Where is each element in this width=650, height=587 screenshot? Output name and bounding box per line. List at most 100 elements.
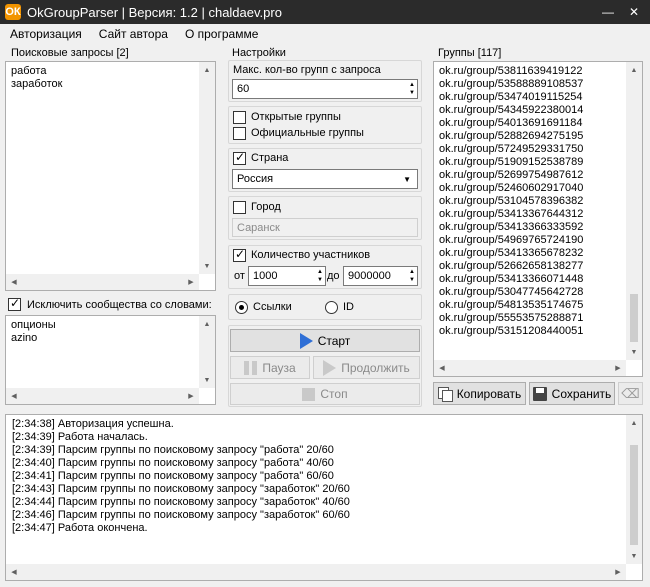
stop-button[interactable]: Стоп — [230, 383, 420, 405]
max-groups-label: Макс. кол-во групп с запроса — [233, 64, 381, 76]
menu-item-authorization[interactable]: Авторизация — [3, 27, 89, 41]
scrollbar-thumb[interactable] — [630, 294, 638, 342]
members-to-stepper[interactable]: 9000000 ▲ ▼ — [343, 266, 418, 286]
scrollbar-thumb[interactable] — [630, 445, 638, 545]
max-groups-stepper[interactable]: 60 ▲ ▼ — [232, 79, 418, 99]
groups-vertical-scrollbar[interactable]: ▲ ▼ — [626, 62, 642, 360]
save-label: Сохранить — [551, 386, 612, 401]
list-item: заработок — [11, 78, 63, 90]
stop-label: Стоп — [320, 387, 348, 401]
start-label: Старт — [317, 333, 351, 348]
groups-horizontal-scrollbar[interactable]: ◀ ▶ — [434, 360, 626, 376]
copy-icon — [437, 386, 453, 402]
city-placeholder: Саранск — [237, 221, 280, 234]
list-item: ok.ru/group/57249529331750 — [439, 143, 584, 155]
list-item: ok.ru/group/53413366071448 — [439, 273, 584, 285]
scroll-up-icon[interactable]: ▲ — [199, 62, 215, 78]
members-from-value: 1000 — [253, 270, 278, 282]
settings-label: Настройки — [232, 47, 286, 59]
app-icon: ОК — [5, 4, 21, 20]
exclude-checkbox[interactable] — [8, 296, 21, 311]
scroll-up-icon[interactable]: ▲ — [626, 62, 642, 78]
log-line: [2:34:46] Парсим группы по поисковому за… — [12, 509, 350, 521]
city-input[interactable]: Саранск — [232, 218, 418, 237]
queries-textarea[interactable]: работа заработок ▲ ▼ ◀ ▶ — [5, 61, 216, 291]
scroll-right-icon[interactable]: ▶ — [183, 388, 199, 404]
list-item: ok.ru/group/53474019115254 — [439, 91, 583, 103]
scroll-up-icon[interactable]: ▲ — [626, 415, 642, 431]
list-item: ok.ru/group/54813535174675 — [439, 299, 584, 311]
pause-button[interactable]: Пауза — [230, 356, 310, 379]
scroll-left-icon[interactable]: ◀ — [434, 360, 450, 376]
log-line: [2:34:44] Парсим группы по поисковому за… — [12, 496, 350, 508]
scroll-down-icon[interactable]: ▼ — [199, 372, 215, 388]
open-groups-checkbox[interactable] — [233, 111, 246, 124]
id-radio[interactable] — [325, 301, 338, 314]
exclude-horizontal-scrollbar[interactable]: ◀ ▶ — [6, 388, 199, 404]
continue-button[interactable]: Продолжить — [313, 356, 420, 379]
exclude-vertical-scrollbar[interactable]: ▲ ▼ — [199, 316, 215, 388]
links-label: Ссылки — [253, 301, 292, 313]
exclude-textarea[interactable]: опционы azino ▲ ▼ ◀ ▶ — [5, 315, 216, 405]
log-line: [2:34:40] Парсим группы по поисковому за… — [12, 457, 334, 469]
scroll-down-icon[interactable]: ▼ — [626, 548, 642, 564]
list-item: ok.ru/group/52662658138277 — [439, 260, 584, 272]
country-panel: Страна Россия ▼ — [228, 148, 422, 192]
scroll-left-icon[interactable]: ◀ — [6, 388, 22, 404]
exclude-label: Исключить сообщества со словами: — [27, 299, 212, 311]
log-horizontal-scrollbar[interactable]: ◀ ▶ — [6, 564, 626, 580]
scroll-right-icon[interactable]: ▶ — [610, 360, 626, 376]
copy-button[interactable]: Копировать — [433, 382, 526, 405]
country-select[interactable]: Россия ▼ — [232, 169, 418, 189]
log-vertical-scrollbar[interactable]: ▲ ▼ — [626, 415, 642, 564]
max-groups-panel: Макс. кол-во групп с запроса 60 ▲ ▼ — [228, 60, 422, 102]
play-icon — [323, 359, 337, 376]
start-button[interactable]: Старт — [230, 329, 420, 352]
country-checkbox[interactable] — [233, 150, 246, 165]
links-radio[interactable] — [235, 301, 248, 314]
menu-item-author-site[interactable]: Сайт автора — [92, 27, 175, 41]
members-checkbox[interactable] — [233, 247, 246, 262]
id-label: ID — [343, 301, 354, 313]
scroll-down-icon[interactable]: ▼ — [199, 258, 215, 274]
clear-button[interactable]: ⌫ — [618, 382, 643, 405]
continue-label: Продолжить — [341, 360, 410, 375]
queries-label: Поисковые запросы [2] — [11, 47, 129, 59]
list-item: ok.ru/group/53104578396382 — [439, 195, 584, 207]
queries-vertical-scrollbar[interactable]: ▲ ▼ — [199, 62, 215, 274]
scroll-left-icon[interactable]: ◀ — [6, 564, 22, 580]
official-groups-checkbox[interactable] — [233, 127, 246, 140]
close-button[interactable]: ✕ — [618, 0, 650, 24]
log-line: [2:34:43] Парсим группы по поисковому за… — [12, 483, 350, 495]
list-item: ok.ru/group/52699754987612 — [439, 169, 584, 181]
list-item: ok.ru/group/53413366333592 — [439, 221, 584, 233]
city-panel: Город Саранск — [228, 196, 422, 240]
stepper-arrows-icon[interactable]: ▲ ▼ — [409, 81, 415, 97]
list-item: ok.ru/group/52882694275195 — [439, 130, 584, 142]
city-label: Город — [251, 201, 281, 213]
scroll-right-icon[interactable]: ▶ — [610, 564, 626, 580]
list-item: ok.ru/group/54345922380014 — [439, 104, 584, 116]
city-checkbox[interactable] — [233, 201, 246, 214]
members-from-stepper[interactable]: 1000 ▲ ▼ — [248, 266, 326, 286]
list-item: ok.ru/group/53413367644312 — [439, 208, 584, 220]
log-textarea[interactable]: [2:34:38] Авторизация успешна. [2:34:39]… — [5, 414, 643, 581]
output-format-panel: Ссылки ID — [228, 294, 422, 320]
list-item: ok.ru/group/55553575288871 — [439, 312, 584, 324]
queries-horizontal-scrollbar[interactable]: ◀ ▶ — [6, 274, 199, 290]
groups-list[interactable]: ok.ru/group/53811639419122 ok.ru/group/5… — [433, 61, 643, 377]
from-label: от — [234, 270, 245, 282]
country-label: Страна — [251, 152, 289, 164]
stepper-arrows-icon[interactable]: ▲ ▼ — [317, 268, 323, 284]
scroll-right-icon[interactable]: ▶ — [183, 274, 199, 290]
members-panel: Количество участников от 1000 ▲▼ до 9000… — [228, 245, 422, 289]
menu-item-about[interactable]: О программе — [178, 27, 265, 41]
scroll-down-icon[interactable]: ▼ — [626, 344, 642, 360]
save-button[interactable]: Сохранить — [529, 382, 615, 405]
groups-label: Группы [117] — [438, 47, 502, 59]
scroll-up-icon[interactable]: ▲ — [199, 316, 215, 332]
log-line: [2:34:41] Парсим группы по поисковому за… — [12, 470, 334, 482]
menu-bar: Авторизация Сайт автора О программе — [0, 24, 650, 44]
stepper-arrows-icon[interactable]: ▲ ▼ — [409, 268, 415, 284]
scroll-left-icon[interactable]: ◀ — [6, 274, 22, 290]
